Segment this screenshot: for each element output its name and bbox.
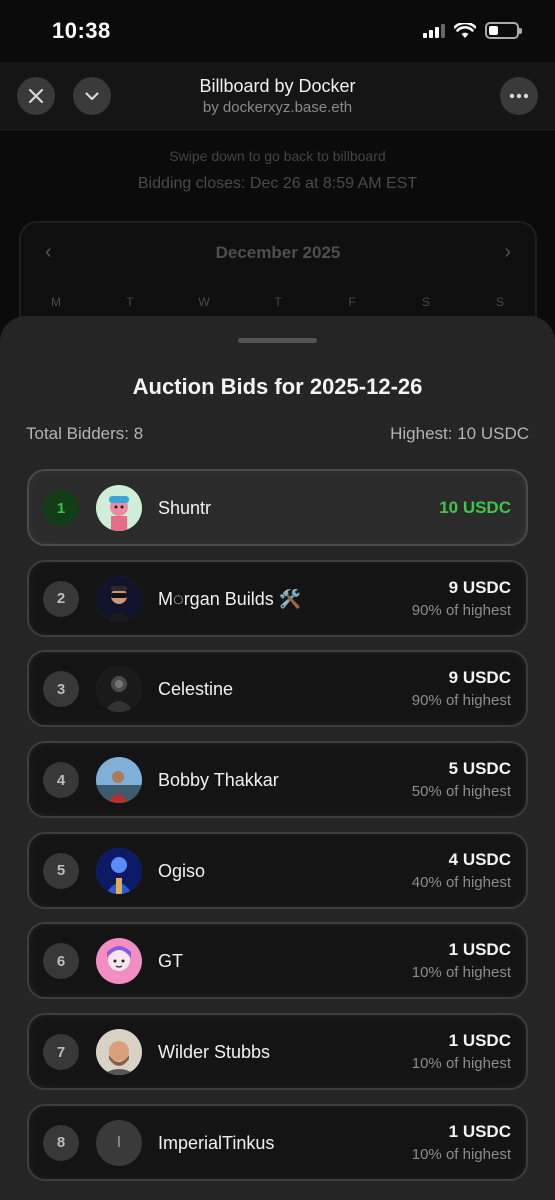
- weekday-label: S: [421, 295, 430, 309]
- bidder-name: M◌rgan Builds 🛠️: [158, 588, 302, 609]
- bidder-name: Ogiso: [158, 860, 206, 881]
- bid-row[interactable]: 2 M◌rgan Builds 🛠️ 9 USDC 90% of highest: [27, 559, 528, 637]
- calendar-weekdays: M T W T F S S: [31, 295, 525, 309]
- cellular-signal-icon: [423, 23, 445, 38]
- bid-amount: 9 USDC: [448, 668, 511, 688]
- bid-row[interactable]: 8 I ImperialTinkus 1 USDC 10% of highest: [27, 1103, 528, 1181]
- bid-percent: 10% of highest: [411, 964, 511, 982]
- mini-app-header: Billboard by Docker by dockerxyz.base.et…: [0, 62, 555, 130]
- avatar: [96, 847, 142, 894]
- bid-amount: 1 USDC: [448, 1031, 511, 1051]
- bid-row[interactable]: 5 Ogiso 4 USDC 40% of highest: [27, 831, 528, 909]
- bid-percent: 90% of highest: [411, 601, 511, 619]
- bid-amount: 5 USDC: [448, 759, 511, 779]
- rank-badge: 2: [43, 580, 79, 617]
- rank-badge: 5: [43, 852, 79, 889]
- bid-percent: 10% of highest: [411, 1055, 511, 1073]
- bid-percent: 40% of highest: [411, 873, 511, 891]
- bid-percent: 90% of highest: [411, 692, 511, 710]
- avatar-initial: I: [96, 1119, 142, 1166]
- status-bar: 10:38: [0, 0, 555, 62]
- rank-badge: 1: [43, 490, 79, 526]
- more-options-button[interactable]: [500, 77, 538, 115]
- bid-list: 1 Shuntr 10 USDC 2 M◌rgan Builds 🛠️ 9 US…: [27, 469, 528, 1195]
- more-dots-icon: [509, 93, 529, 99]
- avatar: [96, 757, 142, 804]
- bid-amount: 9 USDC: [448, 577, 511, 597]
- total-bidders: Total Bidders: 8: [26, 424, 144, 443]
- bid-percent: 10% of highest: [411, 1145, 511, 1163]
- bid-row[interactable]: 3 Celestine 9 USDC 90% of highest: [27, 650, 528, 728]
- bid-row[interactable]: 1 Shuntr 10 USDC: [27, 469, 528, 546]
- weekday-label: T: [126, 295, 134, 309]
- avatar-initial-letter: I: [116, 1133, 122, 1151]
- bid-amount: 10 USDC: [439, 498, 511, 517]
- sheet-grabber[interactable]: [238, 338, 317, 343]
- swipe-hint: Swipe down to go back to billboard: [169, 148, 386, 164]
- calendar-month: December 2025: [215, 243, 341, 262]
- bid-amount: 4 USDC: [448, 849, 511, 869]
- rank-badge: 3: [43, 671, 79, 708]
- weekday-label: F: [348, 295, 356, 309]
- bidder-name: ImperialTinkus: [158, 1132, 275, 1153]
- sheet-title: Auction Bids for 2025-12-26: [132, 374, 423, 399]
- weekday-label: W: [198, 295, 210, 309]
- rank-badge: 4: [43, 762, 79, 799]
- avatar: [96, 938, 142, 985]
- bidder-name: GT: [158, 951, 183, 972]
- rank-badge: 7: [43, 1034, 79, 1071]
- calendar-next-button[interactable]: ›: [504, 241, 511, 264]
- bid-percent: 50% of highest: [411, 783, 511, 801]
- bidder-name: Celestine: [158, 679, 234, 700]
- avatar: [96, 1029, 142, 1076]
- rank-badge: 8: [43, 1124, 79, 1161]
- avatar: [96, 485, 142, 531]
- app-title: Billboard by Docker: [199, 76, 356, 96]
- bidding-closes-text: Bidding closes: Dec 26 at 8:59 AM EST: [137, 175, 418, 192]
- bid-row[interactable]: 7 Wilder Stubbs 1 USDC 10% of highest: [27, 1013, 528, 1091]
- wifi-icon: [454, 22, 476, 38]
- highest-bid: Highest: 10 USDC: [390, 424, 529, 443]
- rank-badge: 6: [43, 943, 79, 980]
- bidder-name: Wilder Stubbs: [158, 1042, 271, 1063]
- bids-sheet: Auction Bids for 2025-12-26 Total Bidder…: [0, 316, 555, 1200]
- status-icons: [423, 22, 522, 39]
- avatar: [96, 575, 142, 622]
- weekday-label: M: [51, 295, 61, 309]
- weekday-label: T: [274, 295, 282, 309]
- weekday-label: S: [495, 295, 504, 309]
- avatar: [96, 666, 142, 713]
- status-time: 10:38: [52, 18, 111, 43]
- bid-amount: 1 USDC: [448, 1121, 511, 1141]
- bidder-name: Bobby Thakkar: [158, 770, 279, 791]
- app-author: by dockerxyz.base.eth: [202, 99, 353, 116]
- bid-row[interactable]: 6 GT 1 USDC 10% of highest: [27, 922, 528, 1000]
- bid-row[interactable]: 4 Bobby Thakkar 5 USDC 50% of highest: [27, 741, 528, 819]
- bidder-name: Shuntr: [158, 498, 212, 518]
- battery-icon: [485, 22, 522, 39]
- bid-amount: 1 USDC: [448, 940, 511, 960]
